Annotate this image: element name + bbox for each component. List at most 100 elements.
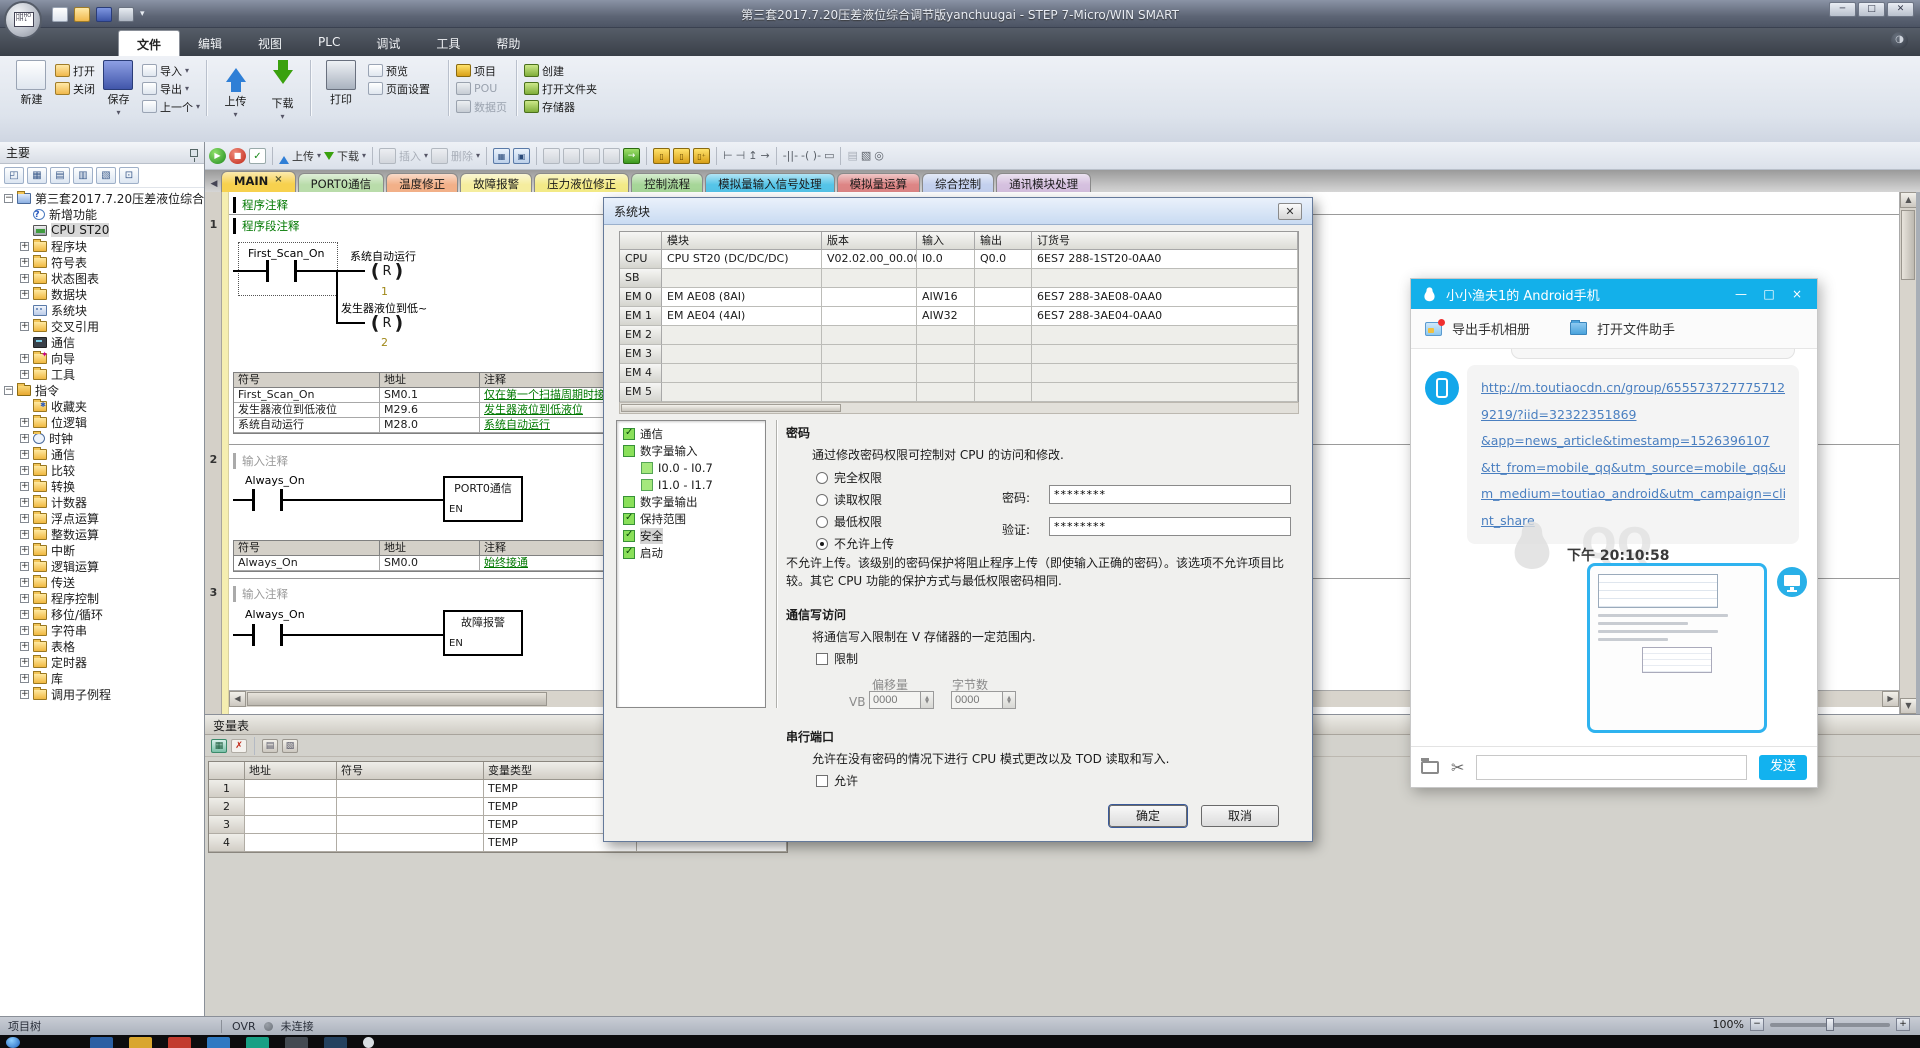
- network-comment[interactable]: 程序段注释: [233, 218, 300, 234]
- expander-icon[interactable]: +: [20, 690, 29, 699]
- lock-add-icon[interactable]: ▯⁺: [693, 148, 710, 164]
- scrollbar-thumb[interactable]: [247, 692, 547, 706]
- network-comment[interactable]: 输入注释: [233, 453, 288, 469]
- lock-icon[interactable]: ▯: [653, 148, 670, 164]
- expander-icon[interactable]: +: [20, 242, 29, 251]
- menu-item[interactable]: 编辑: [180, 30, 240, 56]
- ladder-view-icon[interactable]: ▦: [493, 148, 510, 164]
- reset-coil[interactable]: (R): [365, 260, 409, 282]
- stop-icon[interactable]: ■: [229, 148, 246, 164]
- scrollbar-thumb[interactable]: [1901, 210, 1915, 280]
- scrollbar-thumb[interactable]: [621, 404, 841, 412]
- save-button[interactable]: 保存▾: [99, 60, 138, 117]
- chat-text-input[interactable]: [1476, 755, 1747, 780]
- taskbar-icon[interactable]: [285, 1037, 308, 1048]
- tree-item[interactable]: + 位逻辑: [0, 414, 204, 430]
- tree-item[interactable]: + 移位/循环: [0, 606, 204, 622]
- expander-icon[interactable]: −: [4, 386, 13, 395]
- expander-icon[interactable]: +: [20, 546, 29, 555]
- export-button[interactable]: 导出▾: [142, 81, 200, 96]
- app-logo[interactable]: HHHOHH↓: [4, 1, 42, 39]
- save-file-icon[interactable]: [96, 7, 112, 22]
- tree-item[interactable]: + 调用子例程: [0, 686, 204, 702]
- qat-dropdown-icon[interactable]: ▾: [140, 9, 145, 19]
- dialog-close-icon[interactable]: ✕: [1278, 203, 1302, 220]
- upload-small-label[interactable]: 上传: [292, 148, 314, 164]
- tree-item[interactable]: + 库: [0, 670, 204, 686]
- menu-item[interactable]: 工具: [418, 30, 478, 56]
- tree-item[interactable]: − 第三套2017.7.20压差液位综合调节版: [0, 190, 204, 206]
- network-3-ladder[interactable]: Always_On 故障报警 EN: [233, 604, 653, 666]
- taskbar-icon[interactable]: [207, 1037, 230, 1048]
- bytes-spinner[interactable]: ▲▼: [951, 691, 1016, 709]
- taskbar-icon[interactable]: [246, 1037, 269, 1048]
- message-link-line[interactable]: &app=news_article&timestamp=1526396107: [1481, 428, 1785, 455]
- tree-item[interactable]: + 程序控制: [0, 590, 204, 606]
- tree-item[interactable]: + 定时器: [0, 654, 204, 670]
- editor-tab[interactable]: 综合控制: [922, 173, 994, 192]
- box-insert-icon[interactable]: ▭: [824, 149, 834, 162]
- new-button[interactable]: 新建: [12, 60, 51, 107]
- tree-item[interactable]: + 逻辑运算: [0, 558, 204, 574]
- start-button[interactable]: [6, 1037, 20, 1048]
- permission-radio[interactable]: 完全权限: [816, 469, 882, 486]
- copy-icon[interactable]: ▤: [262, 739, 278, 753]
- zoom-out-icon[interactable]: −: [1750, 1018, 1764, 1031]
- network-1-ladder[interactable]: First_Scan_On 系统自动运行 (R) 1 发生器液位到低~ (R) …: [233, 236, 653, 368]
- contact-insert-icon[interactable]: -||-: [783, 149, 798, 162]
- tab-scroll-left-icon[interactable]: ◀: [207, 176, 221, 192]
- tree-item[interactable]: + 符号表: [0, 254, 204, 270]
- export-album-button[interactable]: 导出手机相册: [1452, 319, 1530, 338]
- maximize-button[interactable]: □: [1858, 2, 1885, 17]
- send-file-icon[interactable]: [1421, 761, 1439, 774]
- scroll-right-icon[interactable]: ▶: [1882, 691, 1899, 707]
- module-row[interactable]: SB: [620, 269, 1298, 288]
- message-link-line[interactable]: m_medium=toutiao_android&utm_campaign=cl…: [1481, 481, 1785, 508]
- module-row[interactable]: EM 5: [620, 383, 1298, 402]
- expander-icon[interactable]: +: [20, 482, 29, 491]
- expander-icon[interactable]: +: [20, 258, 29, 267]
- preview-button[interactable]: 预览: [368, 63, 430, 78]
- contact-label[interactable]: First_Scan_On: [248, 247, 325, 260]
- tree-item[interactable]: + 传送: [0, 574, 204, 590]
- download-small-icon[interactable]: [324, 152, 334, 165]
- ok-button[interactable]: 确定: [1109, 805, 1187, 827]
- permission-radio[interactable]: 读取权限: [816, 491, 882, 508]
- editor-tab[interactable]: 通讯模块处理: [996, 173, 1091, 192]
- expander-icon[interactable]: +: [20, 578, 29, 587]
- expander-icon[interactable]: +: [20, 274, 29, 283]
- scroll-up-icon[interactable]: ▲: [1900, 192, 1917, 208]
- menu-item[interactable]: 调试: [358, 30, 418, 56]
- tree-item[interactable]: 新增功能: [0, 206, 204, 222]
- tree-item[interactable]: CPU ST20: [0, 222, 204, 238]
- expander-icon[interactable]: +: [20, 530, 29, 539]
- tree-item[interactable]: 收藏夹: [0, 398, 204, 414]
- password-field[interactable]: [1049, 485, 1291, 504]
- editor-tab[interactable]: 模拟量输入信号处理: [705, 173, 835, 192]
- tree-item[interactable]: + 转换: [0, 478, 204, 494]
- goto-icon[interactable]: →: [623, 148, 640, 164]
- taskbar-icon[interactable]: [129, 1037, 152, 1048]
- upload-small-icon[interactable]: [279, 151, 289, 164]
- message-link-line[interactable]: http://m.toutiaocdn.cn/group/65557372777…: [1481, 375, 1785, 402]
- restrict-checkbox[interactable]: 限制: [816, 650, 858, 667]
- print-button[interactable]: 打印: [318, 60, 364, 107]
- wire-right-icon[interactable]: →: [760, 149, 769, 162]
- chat-area[interactable]: http://m.toutiaocdn.cn/group/65557372777…: [1411, 349, 1817, 746]
- new-file-icon[interactable]: [52, 7, 68, 22]
- subroutine-box[interactable]: PORT0通信 EN: [443, 476, 523, 522]
- taskbar-icon[interactable]: [168, 1037, 191, 1048]
- zoom-in-icon[interactable]: +: [1896, 1018, 1910, 1031]
- pin-icon[interactable]: [190, 149, 198, 157]
- wire-up-icon[interactable]: ↥: [748, 149, 757, 162]
- module-row[interactable]: EM 3: [620, 345, 1298, 364]
- expander-icon[interactable]: +: [20, 674, 29, 683]
- list-view-icon[interactable]: ▧: [96, 167, 116, 184]
- import-button[interactable]: 导入▾: [142, 63, 200, 78]
- expander-icon[interactable]: +: [20, 610, 29, 619]
- editor-tab[interactable]: PORT0通信: [298, 173, 384, 192]
- address-view-icon[interactable]: ▤: [847, 149, 857, 162]
- page-setup-button[interactable]: 页面设置: [368, 81, 430, 96]
- close-button[interactable]: ✕: [1887, 2, 1914, 17]
- cancel-button[interactable]: 取消: [1201, 805, 1279, 827]
